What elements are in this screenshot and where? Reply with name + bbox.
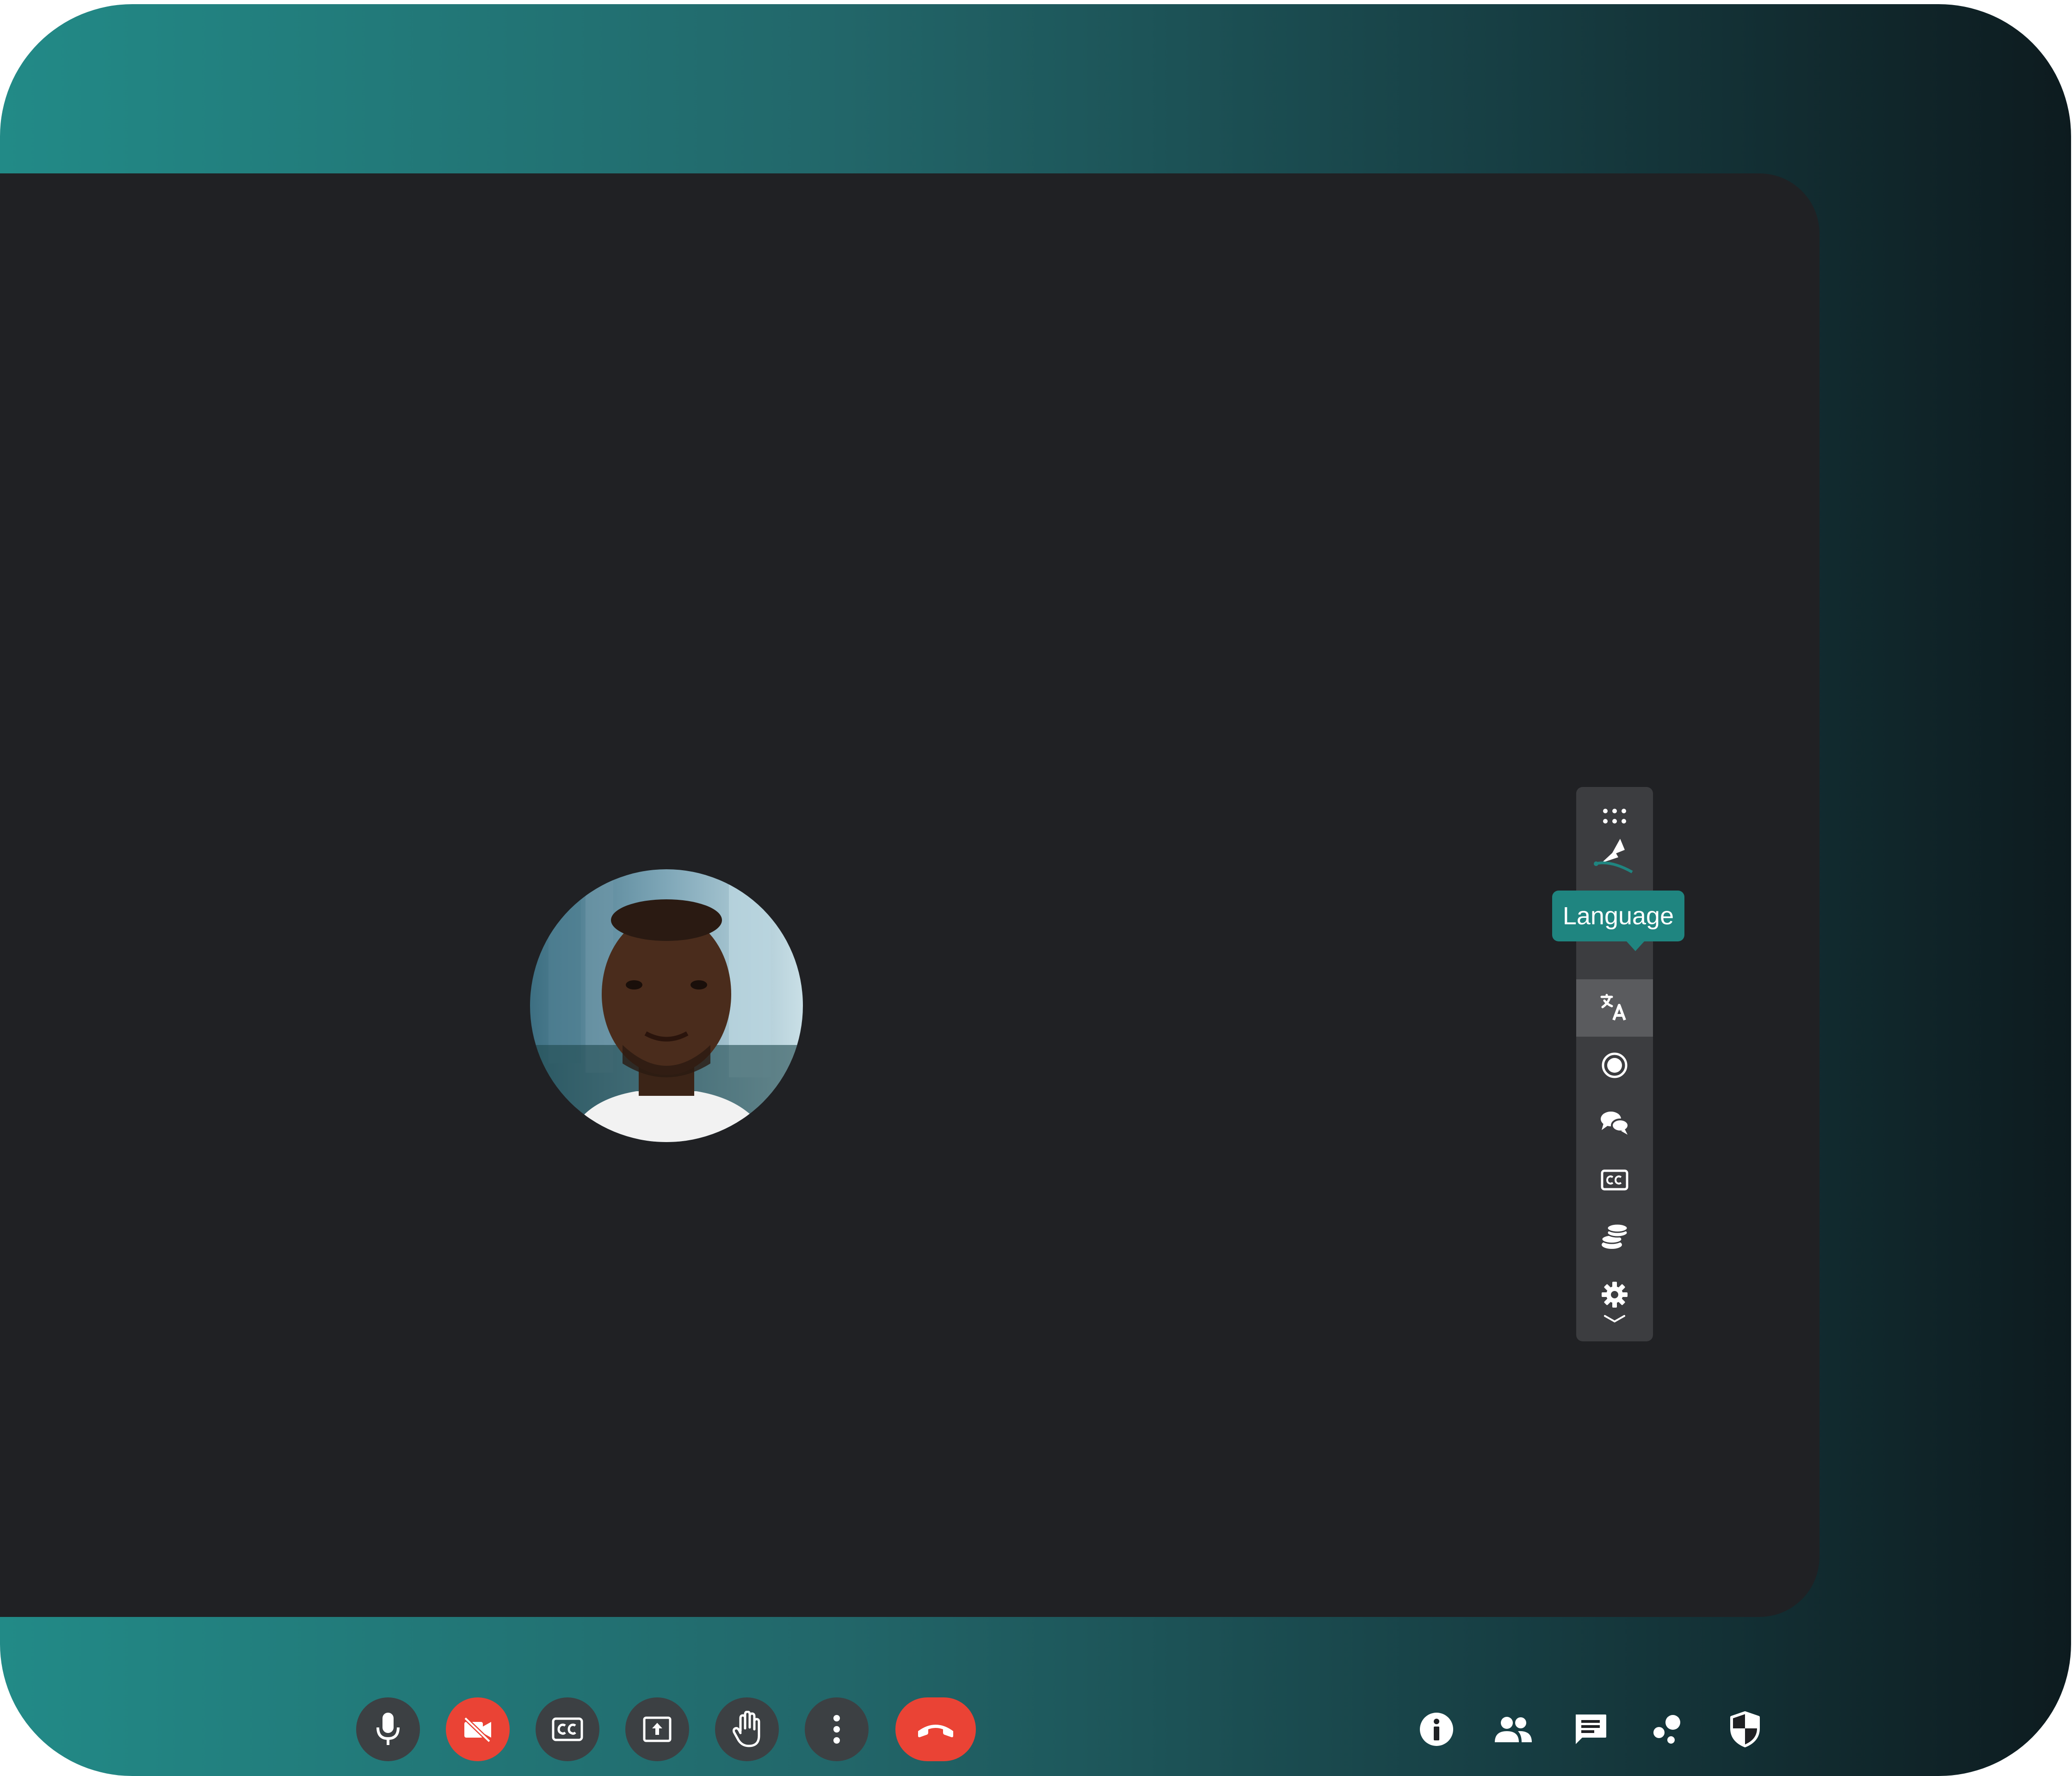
record-tool[interactable] — [1576, 1037, 1653, 1094]
hand-icon — [732, 1711, 760, 1747]
participant-avatar — [530, 869, 803, 1142]
mic-icon — [376, 1713, 400, 1745]
cc-icon — [552, 1717, 583, 1741]
record-icon — [1602, 1052, 1628, 1078]
leave-call-button[interactable] — [895, 1697, 976, 1761]
microphone-button[interactable] — [356, 1697, 420, 1761]
tooltip-arrow — [1626, 941, 1645, 951]
side-tool-panel — [1576, 787, 1653, 1341]
camera-toggle-button[interactable] — [446, 1697, 510, 1761]
language-tool[interactable] — [1576, 979, 1653, 1037]
camera-off-icon — [463, 1716, 491, 1743]
activities-button[interactable] — [1645, 1707, 1690, 1752]
info-icon — [1420, 1713, 1453, 1746]
credits-tool[interactable] — [1576, 1209, 1653, 1266]
chat-bubbles-icon — [1601, 1112, 1629, 1135]
collapse-panel-button[interactable] — [1576, 1296, 1653, 1341]
annotate-tool[interactable] — [1576, 827, 1653, 884]
present-button[interactable] — [625, 1697, 689, 1761]
app-background-frame: Language — [0, 4, 2071, 1776]
chevron-down-icon — [1604, 1315, 1625, 1322]
chat-tool[interactable] — [1576, 1094, 1653, 1151]
more-vert-icon — [833, 1715, 840, 1744]
raise-hand-button[interactable] — [715, 1697, 779, 1761]
meeting-details-button[interactable] — [1414, 1707, 1459, 1752]
host-controls-button[interactable] — [1722, 1707, 1768, 1752]
pen-icon — [1594, 839, 1633, 873]
activities-icon — [1653, 1715, 1680, 1744]
drag-dots-icon — [1603, 809, 1626, 823]
captions-button[interactable] — [536, 1697, 599, 1761]
chat-button[interactable] — [1568, 1707, 1613, 1752]
chat-icon — [1576, 1715, 1606, 1744]
people-icon — [1495, 1717, 1532, 1742]
meeting-stage: Language — [0, 173, 1819, 1761]
captions-tool[interactable] — [1576, 1151, 1653, 1209]
coins-icon — [1601, 1223, 1628, 1249]
people-button[interactable] — [1491, 1707, 1536, 1752]
cc-icon — [1601, 1169, 1628, 1191]
translate-icon — [1600, 994, 1626, 1021]
present-screen-icon — [643, 1716, 672, 1742]
more-options-button[interactable] — [805, 1697, 869, 1761]
hang-up-icon — [918, 1725, 953, 1738]
language-tooltip: Language — [1552, 891, 1684, 941]
shield-icon — [1730, 1711, 1760, 1747]
